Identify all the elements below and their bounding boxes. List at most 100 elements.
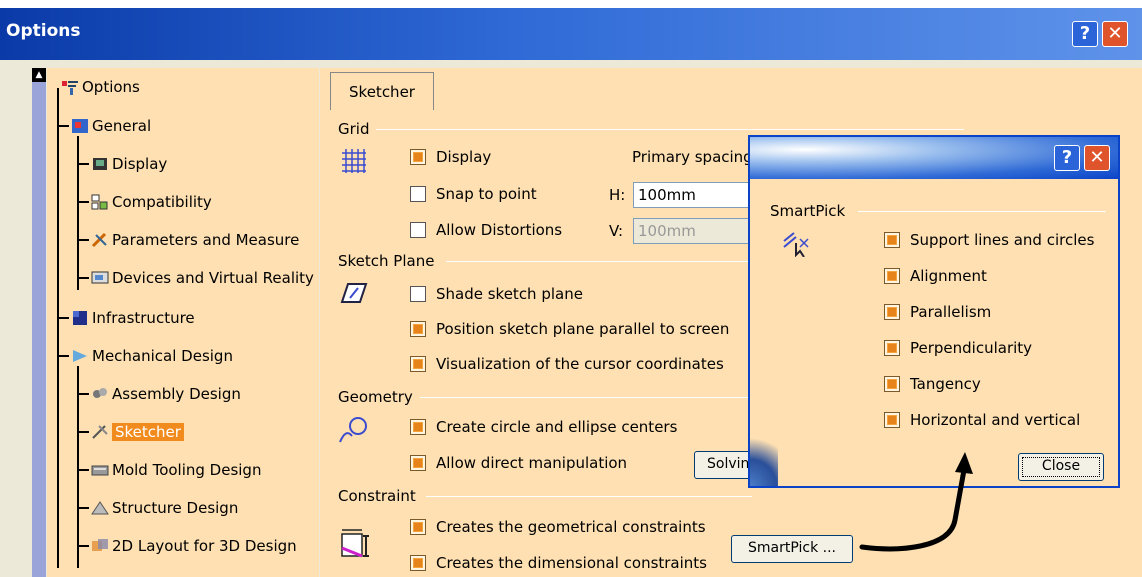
tree-item-infrastructure[interactable]: Infrastructure	[71, 307, 195, 329]
display-icon	[91, 156, 109, 172]
dialog-close-button[interactable]: Close	[1018, 453, 1104, 481]
checkbox-checked-icon[interactable]	[884, 412, 900, 428]
checkbox-checked-icon[interactable]	[410, 519, 426, 535]
general-icon	[71, 118, 89, 134]
grid-divider	[376, 129, 964, 130]
geometry-icon	[338, 414, 370, 448]
tree-item-devices[interactable]: Devices and Virtual Reality	[91, 267, 314, 289]
smartpick-divider	[858, 211, 1106, 212]
smartpick-icon	[782, 231, 810, 261]
tab-sketcher[interactable]: Sketcher	[330, 72, 434, 110]
tree-item-label: 2D Layout for 3D Design	[112, 537, 297, 555]
checkbox-unchecked-icon[interactable]	[410, 286, 426, 302]
checkbox-label: Parallelism	[910, 303, 992, 321]
checkbox-label: Tangency	[910, 375, 981, 393]
tree-item-sketcher[interactable]: Sketcher	[91, 421, 184, 443]
window-titlebar: Options ? ✕	[0, 8, 1142, 60]
sketch-plane-section-title: Sketch Plane	[338, 252, 435, 270]
compatibility-icon	[91, 194, 109, 210]
checkbox-checked-icon[interactable]	[884, 340, 900, 356]
v-spacing-input[interactable]: 100mm	[633, 218, 763, 244]
tree-item-2d-layout[interactable]: 2D Layout for 3D Design	[91, 535, 297, 557]
tree-item-label: Mold Tooling Design	[112, 461, 262, 479]
checkbox-label: Allow Distortions	[436, 221, 563, 239]
checkbox-checked-icon[interactable]	[410, 555, 426, 571]
tree-item-label: Options	[82, 78, 140, 96]
tree-item-label: Sketcher	[112, 423, 184, 441]
grid-icon	[341, 148, 367, 178]
sketch-plane-icon	[340, 280, 368, 310]
parameters-icon	[91, 232, 109, 248]
tree-item-mold-tooling[interactable]: Mold Tooling Design	[91, 459, 261, 481]
constraint-icon	[340, 528, 374, 564]
geometry-divider	[420, 397, 752, 398]
checkbox-checked-icon[interactable]	[410, 356, 426, 372]
window-title: Options	[6, 21, 81, 41]
tree-item-label: Display	[112, 155, 168, 173]
sketch-plane-divider	[446, 261, 752, 262]
options-tree: Options General Display Compatibility Pa…	[47, 68, 319, 577]
checkbox-unchecked-icon[interactable]	[410, 222, 426, 238]
smartpick-dialog-titlebar: ? ✕	[750, 137, 1118, 179]
tree-item-label: Structure Design	[112, 499, 239, 517]
layout-2d-icon	[91, 538, 109, 554]
smartpick-dialog: ? ✕ SmartPick Support lines and circles …	[748, 135, 1120, 488]
tree-item-label: Infrastructure	[92, 309, 195, 327]
checkbox-label: Creates the dimensional constraints	[436, 554, 707, 572]
checkbox-label: Create circle and ellipse centers	[436, 418, 678, 436]
tree-item-options[interactable]: Options	[61, 76, 140, 98]
tree-item-label: Parameters and Measure	[112, 231, 300, 249]
checkbox-checked-icon[interactable]	[410, 419, 426, 435]
checkbox-checked-icon[interactable]	[410, 321, 426, 337]
options-icon	[61, 79, 79, 95]
grid-section-title: Grid	[338, 120, 370, 138]
tree-item-structure-design[interactable]: Structure Design	[91, 497, 238, 519]
tree-item-mechanical-design[interactable]: Mechanical Design	[71, 345, 233, 367]
h-spacing-input[interactable]: 100mm	[633, 182, 763, 208]
checkbox-label: Perpendicularity	[910, 339, 1033, 357]
checkbox-label: Snap to point	[436, 185, 537, 203]
checkbox-checked-icon[interactable]	[884, 268, 900, 284]
tree-scrollbar[interactable]: ▲	[32, 68, 46, 577]
constraint-divider	[426, 496, 752, 497]
tree-item-general[interactable]: General	[71, 115, 151, 137]
globe-decoration-icon	[750, 426, 778, 486]
tree-item-label: Mechanical Design	[92, 347, 233, 365]
constraint-section-title: Constraint	[338, 487, 416, 505]
close-window-button[interactable]: ✕	[1102, 21, 1128, 47]
tree-item-label: General	[92, 117, 152, 135]
mechanical-design-icon	[71, 348, 89, 364]
dialog-help-button[interactable]: ?	[1054, 145, 1080, 171]
tree-item-label: Compatibility	[112, 193, 212, 211]
smartpick-dialog-body: SmartPick Support lines and circles Alig…	[750, 179, 1118, 486]
checkbox-unchecked-icon[interactable]	[410, 186, 426, 202]
sketcher-icon	[91, 424, 109, 440]
infrastructure-icon	[71, 310, 89, 326]
checkbox-checked-icon[interactable]	[410, 455, 426, 471]
tree-item-compatibility[interactable]: Compatibility	[91, 191, 212, 213]
tree-item-assembly-design[interactable]: Assembly Design	[91, 383, 241, 405]
checkbox-label: Position sketch plane parallel to screen	[436, 320, 730, 338]
checkbox-label: Shade sketch plane	[436, 285, 583, 303]
structure-icon	[91, 500, 109, 516]
checkbox-checked-icon[interactable]	[884, 376, 900, 392]
dialog-close-x-button[interactable]: ✕	[1084, 145, 1110, 171]
checkbox-checked-icon[interactable]	[884, 304, 900, 320]
smartpick-button[interactable]: SmartPick ...	[731, 535, 853, 563]
tree-item-parameters[interactable]: Parameters and Measure	[91, 229, 299, 251]
tree-item-label: Devices and Virtual Reality	[112, 269, 314, 287]
help-button[interactable]: ?	[1072, 21, 1098, 47]
smartpick-group-title: SmartPick	[770, 202, 846, 220]
checkbox-label: Creates the geometrical constraints	[436, 518, 706, 536]
devices-icon	[91, 270, 109, 286]
checkbox-checked-icon[interactable]	[884, 232, 900, 248]
checkbox-checked-icon[interactable]	[410, 149, 426, 165]
checkbox-label: Alignment	[910, 267, 987, 285]
scroll-up-arrow-icon[interactable]: ▲	[32, 68, 46, 82]
checkbox-label: Horizontal and vertical	[910, 411, 1081, 429]
tree-item-display[interactable]: Display	[91, 153, 167, 175]
h-label: H:	[609, 186, 626, 204]
primary-spacing-label: Primary spacing	[632, 148, 753, 166]
checkbox-label: Visualization of the cursor coordinates	[436, 355, 724, 373]
geometry-section-title: Geometry	[338, 388, 413, 406]
